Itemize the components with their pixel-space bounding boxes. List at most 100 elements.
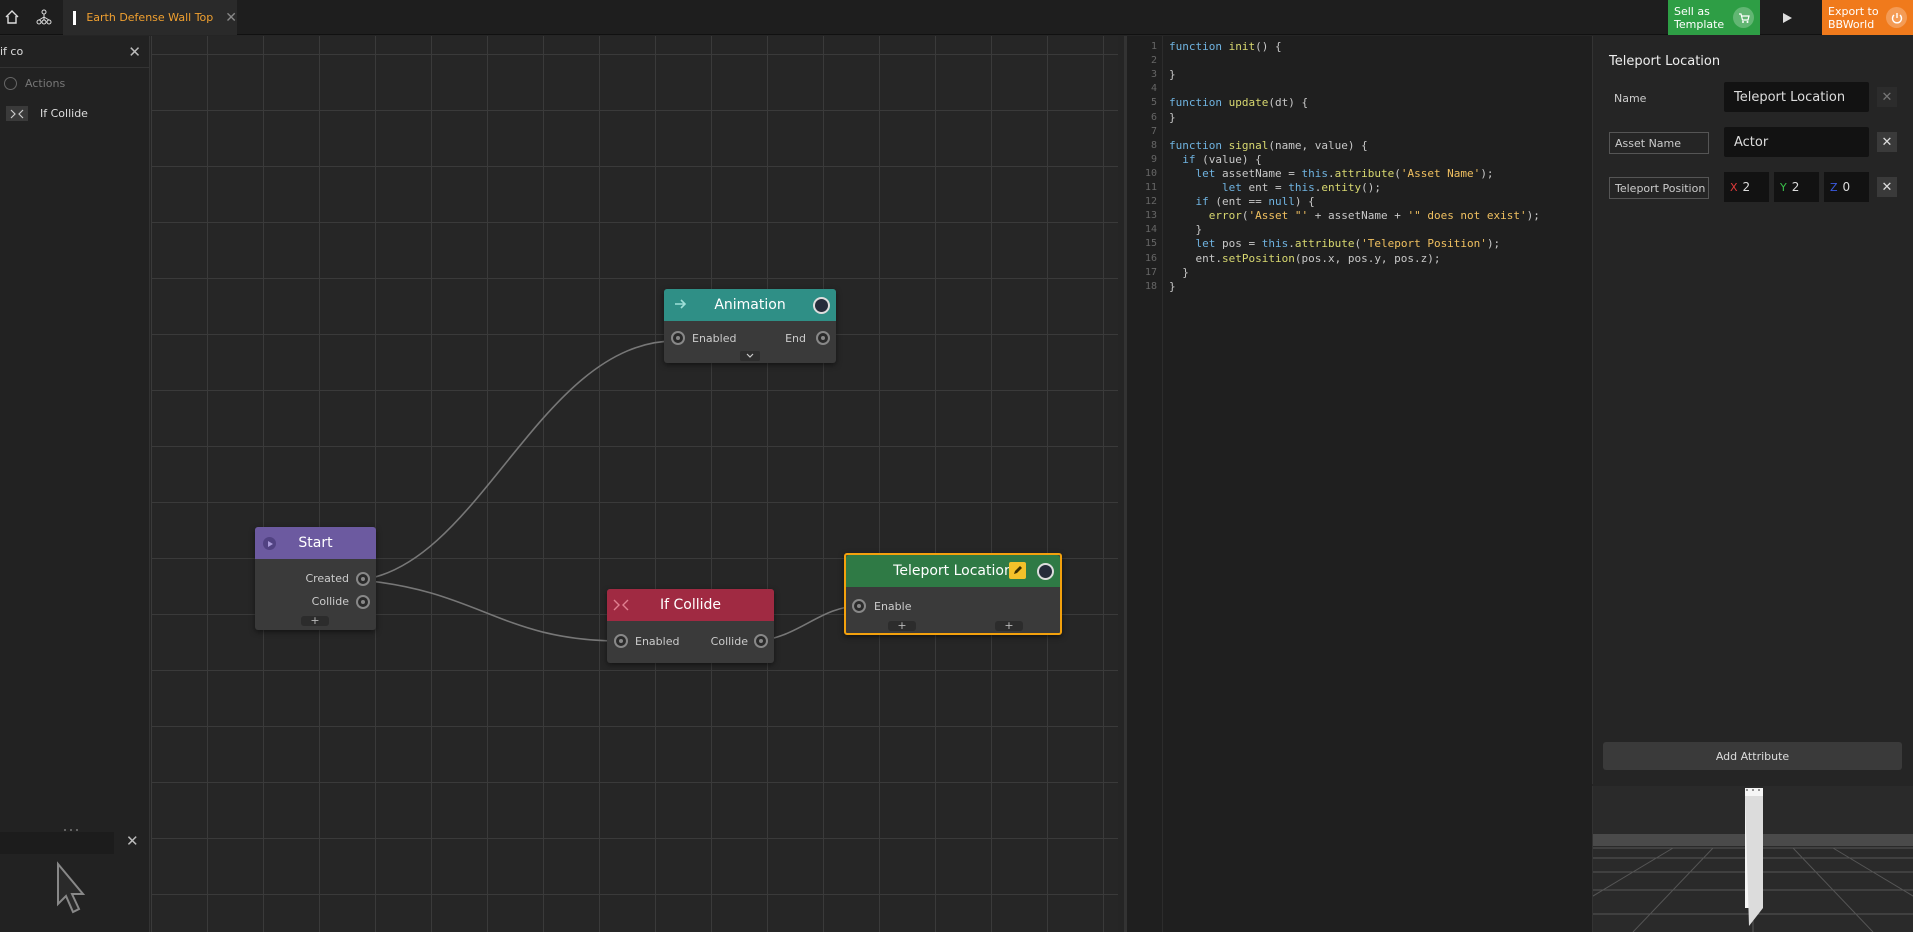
teleport-enable-port[interactable] [852,599,866,613]
code-line[interactable]: let ent = this.entity(); [1169,181,1381,195]
code-line[interactable]: if (value) { [1169,153,1261,167]
teleport-add-input-button[interactable]: + [888,620,916,631]
wire-created-to-animation [359,340,679,581]
code-line[interactable]: if (ent == null) { [1169,195,1315,209]
hierarchy-icon[interactable] [32,4,56,30]
code-line[interactable]: let pos = this.attribute('Teleport Posit… [1169,237,1501,251]
resize-grip[interactable] [1743,788,1763,792]
properties-panel: Teleport Location Name Teleport Location… [1592,36,1913,784]
connection-wires [359,340,861,642]
line-number: 15 [1144,238,1157,250]
node-if-collide-header[interactable]: If Collide [607,589,774,621]
node-animation[interactable]: Animation Enabled End [664,289,836,363]
node-if-collide-title: If Collide [659,597,722,613]
property-name-value[interactable]: Teleport Location [1724,82,1869,112]
node-animation-title: Animation [714,297,786,313]
category-actions[interactable]: Actions [4,77,65,90]
node-animation-header[interactable]: Animation [664,289,836,321]
property-asset-name-value[interactable]: Actor [1724,127,1869,157]
library-search-bar[interactable]: if co ✕ [0,36,149,68]
teleport-add-output-button[interactable]: + [995,620,1023,631]
code-line[interactable]: let assetName = this.attribute('Asset Na… [1169,167,1494,181]
home-icon[interactable] [0,4,24,30]
node-teleport-location[interactable]: Teleport Location Enable + + [844,553,1062,635]
ifcollide-enabled-port[interactable] [614,634,628,648]
collide-node-icon [613,599,629,615]
node-teleport-header[interactable]: Teleport Location [846,555,1060,587]
line-number-gutter: 1 2 3 4 5 6 7 8 9 10 11 12 13 14 15 16 17 18 [1127,36,1163,932]
node-graph-canvas[interactable]: Animation Enabled End Start Created Coll… [151,36,1118,932]
code-line[interactable]: function update(dt) { [1169,96,1308,110]
properties-title: Teleport Location [1609,54,1721,69]
edit-pencil-icon[interactable] [1009,562,1026,579]
3d-preview-viewport[interactable] [1592,786,1913,932]
resize-grip[interactable] [62,818,80,831]
library-search-input[interactable]: if co [0,45,23,58]
code-line[interactable]: ent.setPosition(pos.x, pos.y, pos.z); [1169,252,1440,266]
document-icon [73,10,77,25]
line-number: 4 [1150,83,1157,95]
position-x-value: 2 [1742,180,1751,194]
position-y-value: 2 [1791,180,1800,194]
tab-document-label: Earth Defense Wall Top [86,11,214,24]
node-toggle-circle[interactable] [813,297,830,314]
property-asset-name-label[interactable]: Asset Name [1609,132,1709,154]
remove-property-icon[interactable]: ✕ [1877,87,1897,107]
start-add-output-button[interactable]: + [301,615,329,626]
secondary-search-input[interactable] [0,832,114,854]
line-number: 5 [1150,97,1157,109]
code-line[interactable]: } [1169,111,1176,125]
node-toggle-circle[interactable] [1037,563,1054,580]
code-line[interactable]: function init() { [1169,40,1282,54]
code-line[interactable]: } [1169,266,1189,280]
preview-scene [1593,788,1913,932]
node-start-header[interactable]: Start [255,527,376,559]
line-number: 6 [1150,111,1157,123]
code-line[interactable]: } [1169,68,1176,82]
tab-document[interactable]: Earth Defense Wall Top ✕ [63,0,237,35]
code-line[interactable]: } [1169,223,1202,237]
sell-as-template-button[interactable]: Sell as Template [1668,0,1760,35]
property-row-teleport-position: Teleport Position X 2 Y 2 Z 0 ✕ [1609,172,1909,202]
export-to-bbworld-button[interactable]: Export to BBWorld [1822,0,1913,35]
add-attribute-button[interactable]: Add Attribute [1603,742,1902,770]
node-if-collide[interactable]: If Collide Enabled Collide [607,589,774,663]
line-number: 13 [1144,210,1157,222]
remove-property-icon[interactable]: ✕ [1877,132,1897,152]
line-number: 9 [1150,153,1157,165]
ifcollide-enabled-label: Enabled [635,635,680,648]
line-number: 3 [1150,69,1157,81]
code-line[interactable]: error('Asset "' + assetName + '" does no… [1169,209,1540,223]
line-number: 14 [1144,224,1157,236]
node-start[interactable]: Start Created Collide + [255,527,376,630]
start-collide-port[interactable] [356,595,370,609]
sell-button-line2: Template [1674,17,1725,31]
code-line[interactable]: } [1169,280,1176,294]
secondary-close-icon[interactable]: ✕ [126,832,139,850]
play-circle-icon [4,77,17,90]
ifcollide-collide-port[interactable] [754,634,768,648]
expand-chevron-icon[interactable] [740,351,760,361]
node-teleport-title: Teleport Location [893,563,1013,579]
position-z-field[interactable]: Z 0 [1824,172,1869,202]
play-button[interactable] [1775,6,1799,30]
code-editor[interactable]: 1 2 3 4 5 6 7 8 9 10 11 12 13 14 15 16 17 18 function ini… [1124,36,1592,932]
clear-search-icon[interactable]: ✕ [128,43,141,61]
arrow-icon [674,297,688,315]
position-y-field[interactable]: Y 2 [1774,172,1819,202]
property-name-label: Name [1614,91,1647,105]
tab-close-icon[interactable]: ✕ [225,10,237,26]
animation-enabled-port[interactable] [671,331,685,345]
start-created-port[interactable] [356,572,370,586]
axis-z-label: Z [1830,180,1838,194]
position-x-field[interactable]: X 2 [1724,172,1769,202]
top-bar: Earth Defense Wall Top ✕ Sell as Template… [0,0,1913,35]
line-number: 17 [1144,266,1157,278]
property-teleport-position-label[interactable]: Teleport Position [1609,177,1709,199]
remove-property-icon[interactable]: ✕ [1877,177,1897,197]
code-line[interactable]: function signal(name, value) { [1169,139,1368,153]
animation-end-port[interactable] [816,331,830,345]
animation-enabled-label: Enabled [692,332,737,345]
library-item-if-collide[interactable]: If Collide [6,106,88,121]
property-row-name: Name Teleport Location ✕ [1609,82,1909,112]
